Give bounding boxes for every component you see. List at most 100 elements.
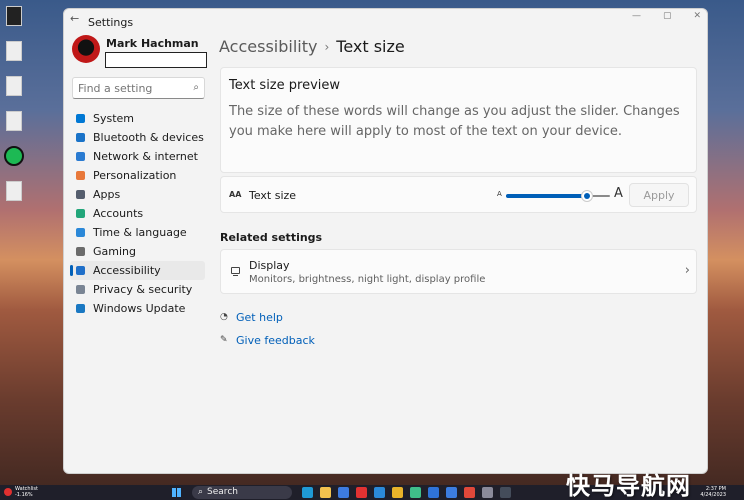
opera-icon[interactable] (356, 487, 367, 498)
user-email-redacted (105, 52, 207, 68)
text-size-icon: AA (229, 190, 242, 199)
watchlist-widget[interactable]: Watchlist -1.16% (4, 486, 38, 498)
back-arrow-icon[interactable]: ← (70, 12, 79, 25)
edge-dev-icon[interactable] (410, 487, 421, 498)
globe-clock-icon (76, 228, 85, 237)
sidebar-item-accessibility[interactable]: Accessibility (70, 261, 205, 280)
slider-min-label: A (497, 190, 502, 198)
wifi-icon (76, 152, 85, 161)
sidebar-item-label: Privacy & security (93, 283, 193, 296)
desktop-spotify-shortcut[interactable] (0, 146, 28, 180)
breadcrumb-separator: › (324, 39, 330, 54)
sidebar-item-apps[interactable]: Apps (70, 185, 205, 204)
mail-icon[interactable] (446, 487, 457, 498)
text-size-row: AA Text size A A Apply (220, 176, 697, 213)
text-size-preview-card: Text size preview The size of these word… (220, 67, 697, 173)
avatar[interactable] (72, 35, 100, 63)
sidebar-item-label: Accounts (93, 207, 144, 220)
bluetooth-icon (76, 133, 85, 142)
settings-window: ← Settings — ▢ ✕ Mark Hachman ⌕ System Bl… (63, 8, 708, 474)
taskbar-search-icon: ⌕ (198, 487, 204, 497)
clock-date: 4/24/2023 (700, 492, 726, 498)
settings-gear-icon[interactable] (482, 487, 493, 498)
watermark-logo: 快马导航网 (566, 472, 691, 500)
page-title: Text size (336, 37, 405, 56)
sidebar-item-label: Apps (93, 188, 121, 201)
sidebar-item-label: Personalization (93, 169, 177, 182)
sidebar-item-time-language[interactable]: Time & language (70, 223, 205, 242)
give-feedback-label[interactable]: Give feedback (236, 334, 315, 347)
breadcrumb: Accessibility › Text size (219, 37, 405, 56)
sidebar-item-system[interactable]: System (70, 109, 205, 128)
feedback-icon: ✎ (220, 335, 228, 345)
sidebar-item-bluetooth-devices[interactable]: Bluetooth & devices (70, 128, 205, 147)
sidebar-item-label: Accessibility (93, 264, 161, 277)
shield-icon (76, 285, 85, 294)
title-bar: ← Settings — ▢ ✕ (64, 9, 707, 37)
apps-icon (76, 190, 85, 199)
sidebar-item-label: Windows Update (93, 302, 186, 315)
sidebar-nav: System Bluetooth & devices Network & inter… (70, 109, 205, 318)
desktop-shortcut[interactable] (0, 76, 28, 110)
brush-icon (76, 171, 85, 180)
gaming-icon (76, 247, 85, 256)
preview-title: Text size preview (229, 78, 341, 93)
desktop-shortcut[interactable] (0, 181, 28, 215)
vivaldi-icon[interactable] (464, 487, 475, 498)
sidebar-item-windows-update[interactable]: Windows Update (70, 299, 205, 318)
edge-icon[interactable] (302, 487, 313, 498)
desktop-shortcut[interactable] (0, 41, 28, 75)
maximize-icon[interactable]: ▢ (663, 11, 672, 21)
desktop-shortcut[interactable] (0, 6, 28, 40)
display-title: Display (249, 259, 290, 272)
accessibility-icon (76, 266, 85, 275)
slider-max-label: A (614, 186, 623, 201)
sidebar-item-label: System (93, 112, 135, 125)
get-help-link[interactable]: ◔ Get help (220, 311, 283, 324)
sidebar-item-label: Time & language (93, 226, 187, 239)
sidebar-item-accounts[interactable]: Accounts (70, 204, 205, 223)
accounts-icon (76, 209, 85, 218)
close-icon[interactable]: ✕ (693, 11, 701, 21)
text-size-label: Text size (249, 189, 297, 202)
sidebar-item-gaming[interactable]: Gaming (70, 242, 205, 261)
file-explorer-icon[interactable] (320, 487, 331, 498)
display-subtitle: Monitors, brightness, night light, displ… (249, 274, 486, 285)
sidebar-item-label: Bluetooth & devices (93, 131, 204, 144)
help-icon: ◔ (220, 312, 228, 322)
related-settings-heading: Related settings (220, 231, 323, 244)
breadcrumb-parent[interactable]: Accessibility (219, 37, 317, 56)
preview-text: The size of these words will change as y… (229, 104, 680, 139)
sidebar-item-privacy-security[interactable]: Privacy & security (70, 280, 205, 299)
search-input[interactable] (78, 81, 186, 95)
desktop-icons (0, 6, 28, 216)
taskbar-clock[interactable]: 2:37 PM 4/24/2023 (700, 486, 726, 498)
start-button-icon[interactable] (172, 488, 181, 497)
sidebar-item-label: Gaming (93, 245, 136, 258)
chevron-right-icon: › (684, 263, 690, 278)
taskbar-search[interactable]: ⌕ Search (192, 486, 292, 499)
apply-button[interactable]: Apply (629, 183, 689, 207)
desktop-shortcut[interactable] (0, 111, 28, 145)
user-name: Mark Hachman (106, 37, 199, 50)
text-size-slider[interactable] (506, 190, 610, 202)
store-icon[interactable] (338, 487, 349, 498)
sidebar-item-personalization[interactable]: Personalization (70, 166, 205, 185)
sidebar-item-network-internet[interactable]: Network & internet (70, 147, 205, 166)
search-box[interactable]: ⌕ (72, 77, 205, 99)
get-help-label[interactable]: Get help (236, 311, 283, 324)
terminal-icon[interactable] (500, 487, 511, 498)
update-icon (76, 304, 85, 313)
photos-icon[interactable] (374, 487, 385, 498)
minimize-icon[interactable]: — (632, 11, 641, 21)
app-title: Settings (88, 16, 134, 29)
watchlist-change: -1.16% (15, 492, 33, 498)
taskbar-search-label: Search (207, 487, 238, 497)
display-settings-link[interactable]: Display Monitors, brightness, night ligh… (220, 249, 697, 294)
system-icon (76, 114, 85, 123)
docs-icon[interactable] (428, 487, 439, 498)
chrome-icon[interactable] (392, 487, 403, 498)
slider-thumb[interactable] (581, 190, 594, 202)
give-feedback-link[interactable]: ✎ Give feedback (220, 334, 315, 347)
search-icon[interactable]: ⌕ (193, 82, 199, 93)
